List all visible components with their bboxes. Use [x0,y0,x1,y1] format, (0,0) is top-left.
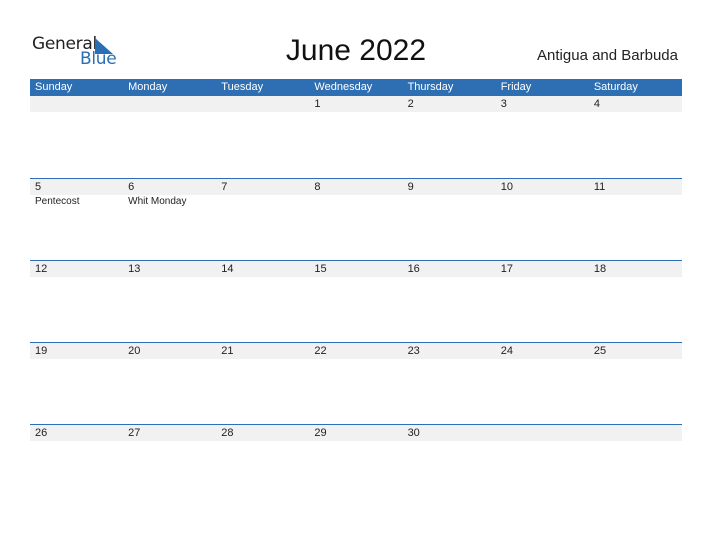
holiday-label [216,112,309,113]
day-number: 17 [500,263,513,275]
holiday-label [403,441,496,442]
holiday-label [30,112,123,113]
events-row [30,112,682,113]
date-strip: 5 6 7 8 9 10 11 [30,179,682,195]
day-number: 14 [221,263,234,275]
holiday-label [496,277,589,278]
country-name: Antigua and Barbuda [537,47,678,64]
day-number: 6 [128,181,135,193]
day-number: 30 [407,427,420,439]
week-row: 19 20 21 22 23 24 25 [30,342,682,424]
weekday-header: Sunday Monday Tuesday Wednesday Thursday… [30,79,682,96]
day-number: 25 [593,345,607,357]
day-number: 9 [407,181,414,193]
day-number: 21 [221,345,234,357]
week-row: 12 13 14 15 16 17 18 [30,260,682,342]
weekday-thursday: Thursday [407,81,454,93]
events-row [30,441,682,442]
holiday-label [216,441,309,442]
day-number: 28 [221,427,234,439]
holiday-label [123,277,216,278]
events-row [30,277,682,278]
day-number: 26 [35,427,48,439]
holiday-label [309,112,402,113]
day-number: 5 [35,181,42,193]
events-row [30,359,682,360]
holiday-label [496,359,589,360]
holiday-label [123,441,216,442]
holiday-label [123,112,216,113]
day-number [496,425,589,441]
holiday-label [216,277,309,278]
day-number: 18 [593,263,607,275]
holiday-label [589,112,682,113]
day-number: 13 [128,263,141,275]
weekday-friday: Friday [500,81,532,93]
calendar-grid: Sunday Monday Tuesday Wednesday Thursday… [30,79,682,506]
day-number: 1 [314,98,321,110]
day-number: 20 [128,345,141,357]
holiday-label [496,112,589,113]
day-number: 22 [314,345,327,357]
holiday-label [589,441,682,442]
week-row: 5 6 7 8 9 10 11 Pentecost Whit Monday [30,178,682,260]
holiday-label [30,359,123,360]
weekday-monday: Monday [128,81,168,93]
day-number: 23 [407,345,420,357]
holiday-label [403,112,496,113]
weekday-saturday: Saturday [593,81,638,93]
day-number: 10 [500,181,513,193]
day-number [30,96,123,112]
holiday-label [309,441,402,442]
events-row: Pentecost Whit Monday [30,195,682,208]
day-number: 8 [314,181,321,193]
day-number: 16 [407,263,420,275]
holiday-label: Whit Monday [128,196,187,207]
holiday-label [30,441,123,442]
holiday-label [403,277,496,278]
holiday-label [496,195,589,208]
holiday-label: Pentecost [35,196,80,207]
holiday-label [216,359,309,360]
day-number: 12 [35,263,48,275]
holiday-label [30,277,123,278]
day-number: 19 [35,345,48,357]
day-number: 2 [407,98,414,110]
week-row: 1 2 3 4 [30,96,682,178]
day-number: 3 [500,98,507,110]
holiday-label [309,359,402,360]
day-number: 11 [593,181,606,193]
holiday-label [403,195,496,208]
holiday-label [589,195,682,208]
holiday-label [496,441,589,442]
holiday-label [589,277,682,278]
holiday-label [123,359,216,360]
holiday-label [403,359,496,360]
day-number [123,96,216,112]
date-strip: 19 20 21 22 23 24 25 [30,343,682,359]
date-strip: 26 27 28 29 30 [30,425,682,441]
day-number: 29 [314,427,327,439]
day-number [589,425,682,441]
day-number: 24 [500,345,513,357]
day-number: 7 [221,181,228,193]
week-row: 26 27 28 29 30 [30,424,682,506]
day-number [216,96,309,112]
day-number: 4 [593,98,600,110]
date-strip: 12 13 14 15 16 17 18 [30,261,682,277]
weekday-sunday: Sunday [35,81,73,93]
day-number: 27 [128,427,141,439]
holiday-label [216,195,309,208]
holiday-label [589,359,682,360]
weekday-tuesday: Tuesday [221,81,264,93]
holiday-label [309,277,402,278]
holiday-label [309,195,402,208]
weekday-wednesday: Wednesday [314,81,373,93]
day-number: 15 [314,263,327,275]
date-strip: 1 2 3 4 [30,96,682,112]
